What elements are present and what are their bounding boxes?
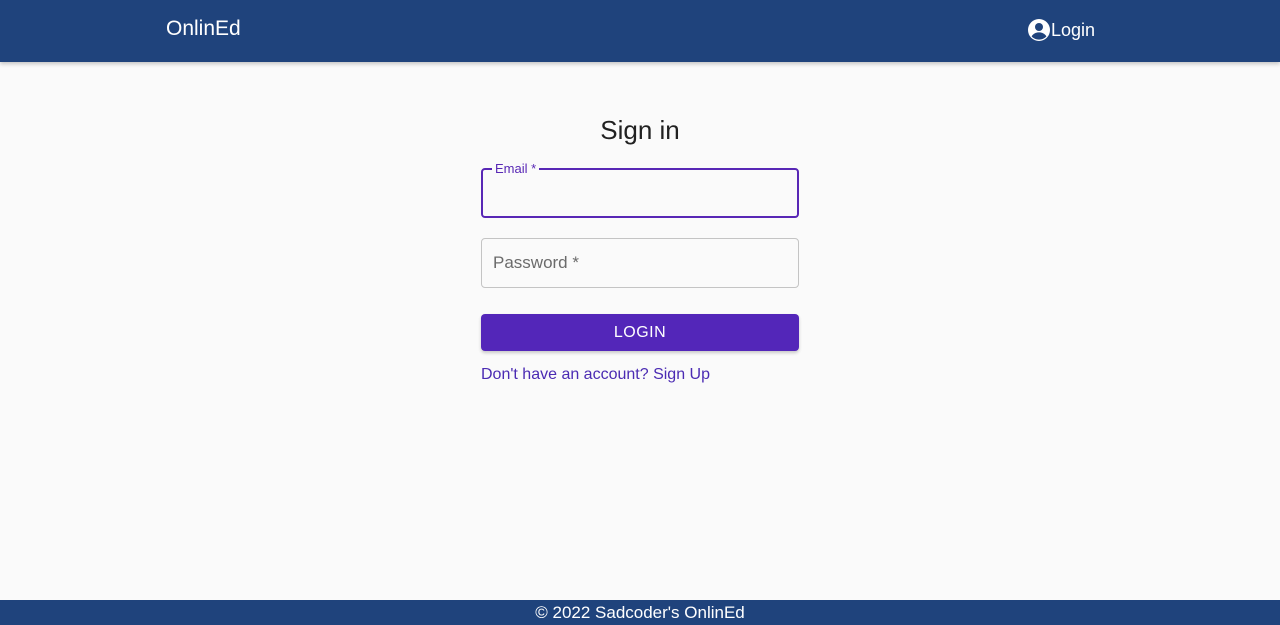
header-login-label: Login [1051,19,1096,40]
page-title: Sign in [600,115,680,145]
brand-logo[interactable]: OnlinEd [166,16,241,42]
app-bar: OnlinEd Login [0,0,1280,62]
footer-copyright: © 2022 Sadcoder's OnlinEd [535,603,745,622]
password-input[interactable] [482,239,798,287]
email-field: Email * [481,161,799,218]
email-input[interactable] [483,170,797,216]
account-circle-icon [1027,18,1051,42]
header-login-button[interactable]: Login [1027,18,1095,42]
sign-up-link[interactable]: Don't have an account? Sign Up [481,365,710,385]
password-field [481,238,799,288]
page: OnlinEd Login Sign in Email * LOGIN Don'… [0,0,1280,625]
login-submit-button[interactable]: LOGIN [481,314,799,351]
footer: © 2022 Sadcoder's OnlinEd [0,600,1280,625]
